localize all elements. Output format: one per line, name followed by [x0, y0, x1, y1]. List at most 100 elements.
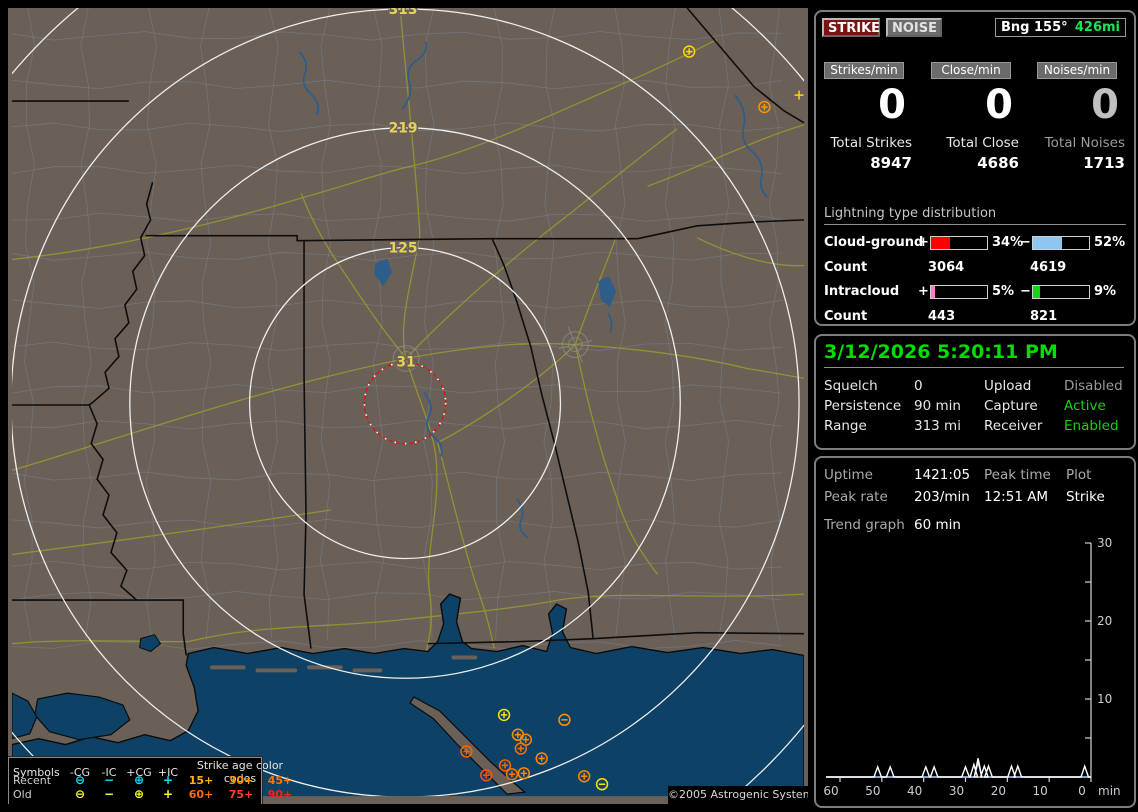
svg-text:0: 0 [1078, 784, 1086, 798]
peak-rate-row: Peak rate 203/min 12:51 AM Strike [824, 486, 1126, 508]
trend-graph-label: Trend graph [824, 517, 905, 533]
count-label: Count [824, 260, 868, 275]
copyright: ©2005 Astrogenic Systems [668, 786, 808, 804]
svg-text:min: min [1098, 784, 1121, 798]
total-noises-value: 1713 [1083, 154, 1125, 172]
svg-text:20: 20 [991, 784, 1006, 798]
minus-icon: − [103, 773, 115, 787]
strikes-per-min-value: 0 [878, 82, 906, 128]
counters-panel: STRIKE NOISE Bng 155° 426mi Strikes/min … [814, 10, 1136, 326]
trend-graph-value: 60 min [914, 517, 961, 533]
upload-label: Upload [984, 378, 1032, 394]
ic-negative-count: 821 [1030, 309, 1058, 324]
cg-positive-bar [930, 236, 988, 250]
legend-recent-label: Recent [13, 773, 52, 787]
svg-text:50: 50 [865, 784, 880, 798]
total-close-value: 4686 [977, 154, 1019, 172]
upload-status: Disabled [1064, 378, 1123, 394]
cloud-ground-row: Cloud-ground + 34% − 52% [824, 235, 1126, 251]
legend-old-label: Old [13, 787, 32, 801]
capture-status: Active [1064, 398, 1106, 414]
ic-positive-count: 443 [928, 309, 956, 324]
ic-positive-bar [930, 285, 988, 299]
age-code-75: 75+ [228, 787, 254, 801]
trend-graph-row: Trend graph 60 min [824, 515, 1126, 535]
status-row: Range 313 mi Receiver Enabled [824, 416, 1126, 436]
legend-old-row: Old ⊖ − ⊕ + 60+ 75+ 90+ [13, 787, 292, 801]
persistence-label: Persistence [824, 398, 902, 414]
circle-minus-icon: ⊖ [74, 787, 86, 801]
intracloud-row: Intracloud + 5% − 9% [824, 284, 1126, 300]
age-code-60: 60+ [188, 787, 214, 801]
svg-text:10: 10 [1033, 784, 1048, 798]
age-code-90: 90+ [267, 787, 293, 801]
map-panel: 313 219 125 31 ©2005 Astrogenic Systems Sym… [8, 8, 808, 804]
noises-per-min-value: 0 [1091, 82, 1119, 128]
svg-text:30: 30 [949, 784, 964, 798]
minus-icon: − [103, 787, 115, 801]
ic-negative-fill [1033, 286, 1041, 298]
age-code-30: 30+ [228, 773, 254, 787]
status-row: Persistence 90 min Capture Active [824, 396, 1126, 416]
plot-label: Plot [1066, 467, 1092, 483]
peak-rate-label: Peak rate [824, 489, 888, 505]
datetime-display: 3/12/2026 5:20:11 PM [824, 341, 1124, 368]
ic-positive-pct: 5% [992, 284, 1015, 299]
trend-info: Uptime 1421:05 Peak time Plot Peak rate … [824, 464, 1126, 535]
close-counter: Close/min 0 Total Close 4686 [923, 62, 1023, 182]
ic-positive-fill [931, 286, 935, 298]
svg-text:40: 40 [907, 784, 922, 798]
intracloud-label: Intracloud [824, 284, 900, 299]
bearing-readout: Bng 155° 426mi [995, 18, 1126, 37]
cg-negative-count: 4619 [1030, 260, 1067, 275]
total-close-label: Total Close [946, 135, 1019, 151]
range-label: Range [824, 418, 867, 434]
strikes-counter: Strikes/min 0 Total Strikes 8947 [816, 62, 916, 182]
ring-label: 219 [389, 121, 418, 137]
map[interactable]: 313 219 125 31 [8, 8, 808, 804]
cg-positive-count: 3064 [928, 260, 965, 275]
chart-tick-labels: 10 20 30 60 50 40 30 20 10 0 min [823, 536, 1120, 798]
plus-sign: + [918, 235, 929, 250]
uptime-row: Uptime 1421:05 Peak time Plot [824, 464, 1126, 486]
cloud-ground-label: Cloud-ground [824, 235, 924, 250]
total-strikes-label: Total Strikes [830, 135, 912, 151]
bearing-value: Bng 155° [1001, 20, 1068, 35]
legend-recent-row: Recent ⊖ − ⊕ + 15+ 30+ 45+ [13, 773, 292, 787]
noises-counter: Noises/min 0 Total Noises 1713 [1029, 62, 1129, 182]
age-code-15: 15+ [188, 773, 214, 787]
status-grid: Squelch 0 Upload Disabled Persistence 90… [824, 376, 1126, 436]
ring-label: 125 [389, 241, 418, 257]
peak-time-value: 12:51 AM [984, 489, 1049, 505]
circle-plus-icon: ⊕ [133, 787, 145, 801]
bearing-distance: 426mi [1074, 20, 1120, 35]
strike-toggle-button[interactable]: STRIKE [822, 18, 880, 37]
age-code-45: 45+ [267, 773, 293, 787]
capture-label: Capture [984, 398, 1038, 414]
svg-text:20: 20 [1097, 614, 1112, 628]
noise-toggle-button[interactable]: NOISE [886, 18, 942, 37]
alarm-ring-label: 31 [396, 354, 415, 370]
legend-header-row: Symbols -CG -IC +CG +IC Strike age color… [13, 759, 283, 785]
minus-sign: − [1020, 284, 1031, 299]
status-row: Squelch 0 Upload Disabled [824, 376, 1126, 396]
svg-text:30: 30 [1097, 536, 1112, 550]
plus-icon: + [162, 773, 174, 787]
uptime-value: 1421:05 [914, 467, 971, 483]
minus-sign: − [1020, 235, 1031, 250]
cg-negative-fill [1033, 237, 1063, 249]
ic-negative-bar [1032, 285, 1090, 299]
close-per-min-value: 0 [985, 82, 1013, 128]
lightning-distribution: Lightning type distribution Cloud-ground… [824, 206, 1126, 324]
distribution-title: Lightning type distribution [824, 206, 1126, 225]
ring-label: 313 [389, 8, 418, 18]
trend-chart: 10 20 30 60 50 40 30 20 10 0 min [823, 536, 1120, 798]
svg-text:60: 60 [823, 784, 838, 798]
squelch-label: Squelch [824, 378, 878, 394]
svg-text:10: 10 [1097, 692, 1112, 706]
peak-rate-value: 203/min [914, 489, 970, 505]
range-value: 313 mi [914, 418, 961, 434]
plus-icon: + [162, 787, 174, 801]
noises-per-min-label: Noises/min [1037, 62, 1117, 79]
total-noises-label: Total Noises [1044, 135, 1125, 151]
